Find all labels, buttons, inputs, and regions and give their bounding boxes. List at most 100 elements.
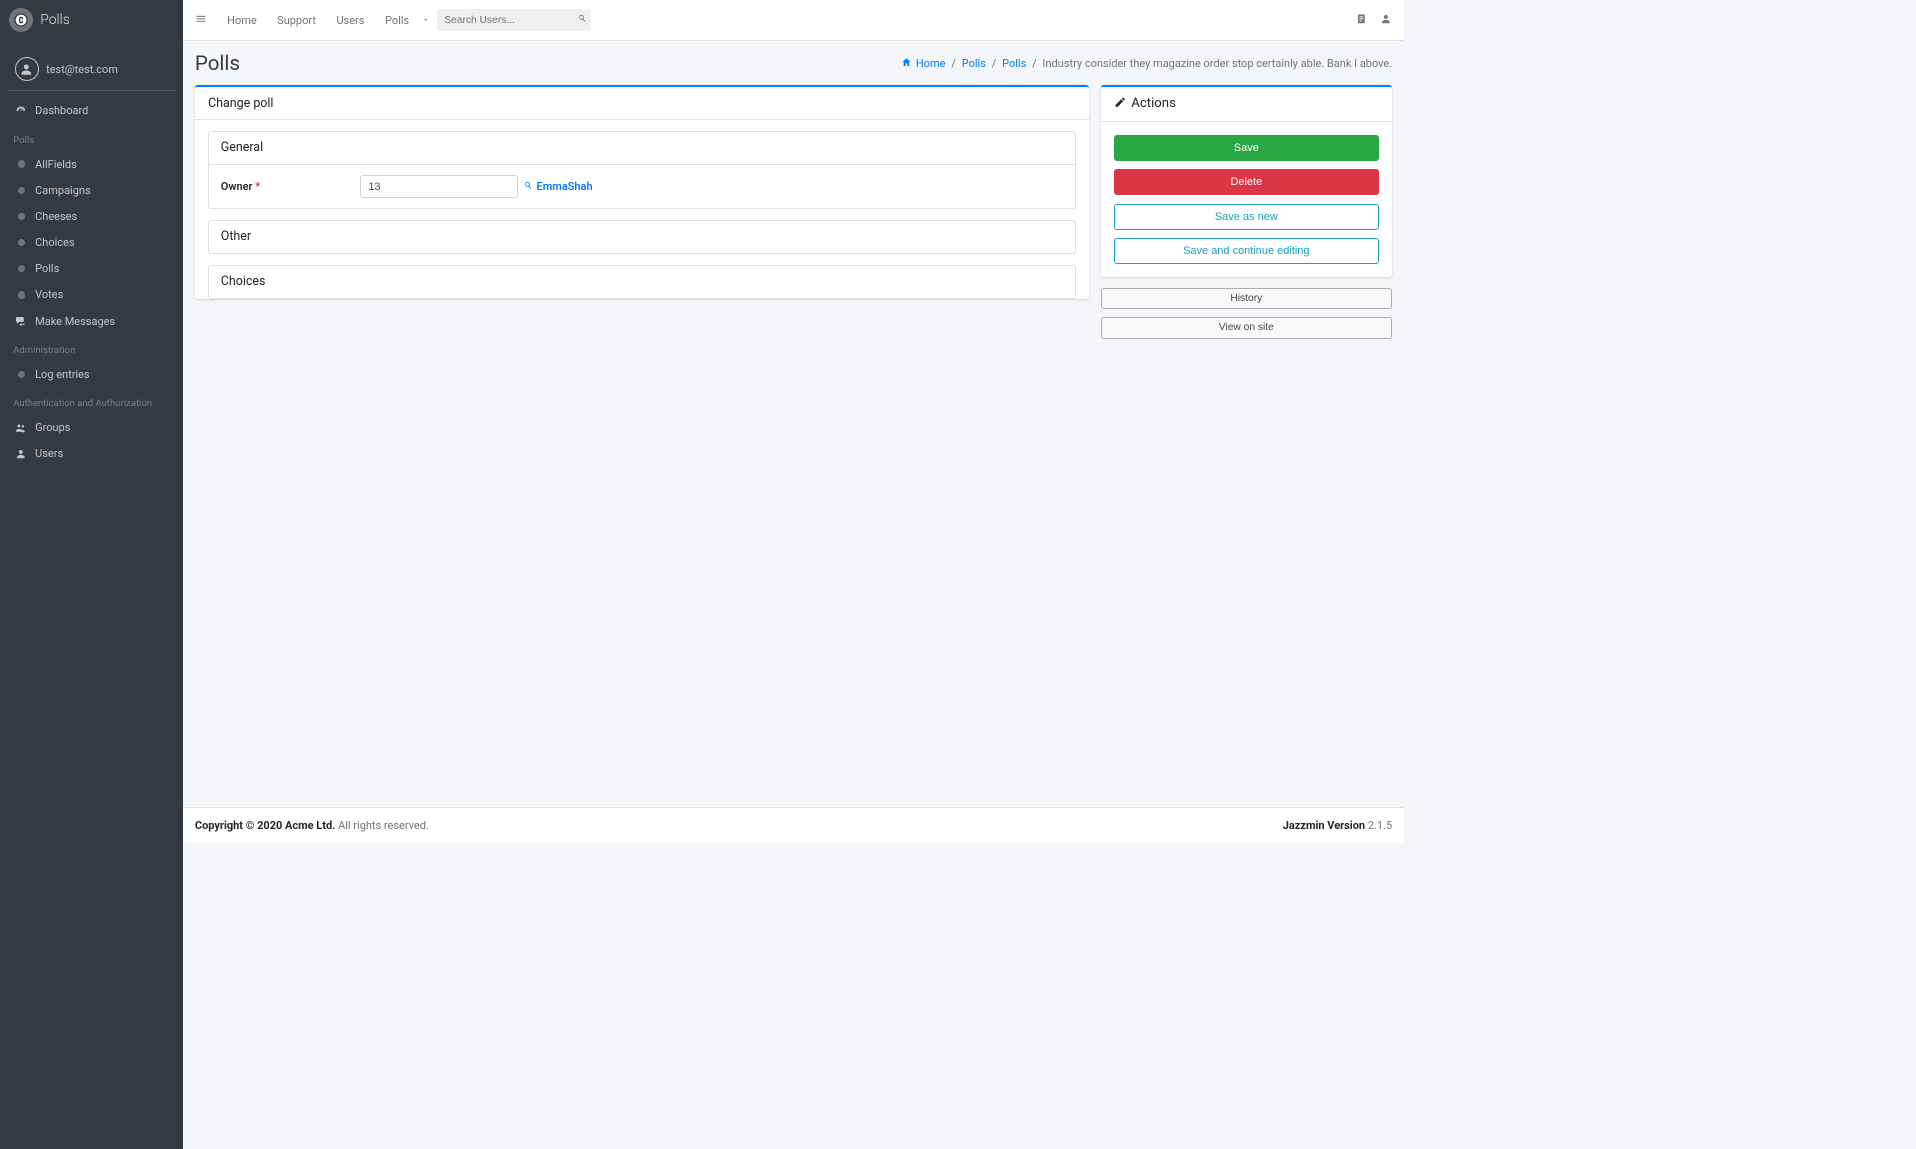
home-icon (901, 57, 912, 71)
sidebar-nav: Dashboard (0, 97, 183, 125)
user-email: test@test.com (46, 63, 118, 76)
breadcrumb-home[interactable]: Home (916, 57, 946, 70)
brand-icon (9, 8, 33, 32)
sidebar-item-label: Campaigns (35, 184, 90, 197)
save-button[interactable]: Save (1114, 135, 1379, 161)
circle-icon (13, 371, 29, 378)
actions-title: Actions (1131, 96, 1176, 111)
user-icon (13, 448, 29, 460)
sidebar-item-log-entries[interactable]: Log entries (6, 362, 177, 387)
delete-button[interactable]: Delete (1114, 169, 1379, 195)
circle-icon (13, 239, 29, 246)
sidebar-toggle[interactable] (195, 13, 207, 28)
topnav-polls[interactable]: Polls (375, 8, 420, 33)
search-icon (523, 180, 536, 193)
history-button[interactable]: History (1101, 288, 1393, 310)
circle-icon (13, 187, 29, 194)
footer-copyright-strong: Copyright © 2020 Acme Ltd. (195, 819, 335, 832)
account-icon[interactable] (1380, 13, 1392, 28)
sidebar-item-make-messages[interactable]: Make Messages (6, 309, 177, 334)
topnav-right (1356, 13, 1393, 28)
section-choices: Choices (208, 265, 1076, 300)
sidebar-item-allfields[interactable]: AllFields (6, 152, 177, 177)
edit-icon (1114, 96, 1132, 112)
change-form-card: Change poll General Owner * (195, 85, 1089, 299)
footer-jazzmin-label: Jazzmin Version (1283, 819, 1365, 832)
breadcrumb-app[interactable]: Polls (962, 57, 986, 70)
sidebar: Polls test@test.com Dashboard Polls AllF… (0, 0, 183, 1149)
section-other-header[interactable]: Other (209, 221, 1075, 254)
docs-icon[interactable] (1356, 13, 1368, 28)
brand[interactable]: Polls (0, 0, 183, 41)
save-continue-button[interactable]: Save and continue editing (1114, 238, 1379, 264)
circle-icon (13, 291, 29, 298)
topnav-users[interactable]: Users (326, 8, 375, 33)
circle-icon (13, 265, 29, 272)
sidebar-item-label: Cheeses (35, 210, 77, 223)
sidebar-item-users[interactable]: Users (6, 441, 177, 466)
top-navbar: Home Support Users Polls (183, 0, 1404, 41)
change-form-title: Change poll (195, 87, 1089, 121)
actions-card: Actions Save Delete Save as new Save and… (1101, 85, 1393, 278)
owner-lookup-link[interactable]: EmmaShah (523, 180, 592, 193)
user-panel[interactable]: test@test.com (7, 48, 176, 91)
content: Change poll General Owner * (183, 85, 1404, 808)
footer-right: Jazzmin Version 2.1.5 (1283, 819, 1392, 832)
sidebar-header-auth: Authentication and Authorization (0, 388, 183, 414)
sidebar-item-label: Users (35, 447, 63, 460)
actions-header: Actions (1101, 87, 1393, 122)
sidebar-item-dashboard[interactable]: Dashboard (6, 98, 177, 123)
sidebar-item-polls[interactable]: Polls (6, 256, 177, 281)
sidebar-item-label: Dashboard (35, 104, 88, 117)
page-title: Polls (195, 52, 240, 76)
section-general-header[interactable]: General (209, 132, 1075, 165)
section-other: Other (208, 220, 1076, 255)
sidebar-item-label: Log entries (35, 368, 89, 381)
caret-down-icon (422, 14, 429, 27)
breadcrumb-sep: / (951, 57, 956, 70)
side-column: Actions Save Delete Save as new Save and… (1101, 85, 1393, 346)
search-icon[interactable] (577, 13, 587, 26)
topnav-support[interactable]: Support (267, 8, 326, 33)
breadcrumb-model[interactable]: Polls (1002, 57, 1026, 70)
sidebar-item-votes[interactable]: Votes (6, 283, 177, 308)
circle-icon (13, 213, 29, 220)
content-header: Polls Home / Polls/ Polls/ Industry cons… (183, 41, 1404, 85)
section-general-body: Owner * EmmaShah (209, 164, 1075, 208)
save-as-new-button[interactable]: Save as new (1114, 204, 1379, 230)
field-owner-row: Owner * EmmaShah (221, 175, 1063, 198)
sidebar-item-groups[interactable]: Groups (6, 415, 177, 440)
owner-input[interactable] (360, 175, 518, 198)
required-star: * (255, 180, 260, 193)
owner-label-text: Owner (221, 180, 253, 193)
main-wrapper: Home Support Users Polls (183, 0, 1404, 842)
section-general: General Owner * (208, 131, 1076, 210)
sidebar-item-label: Make Messages (35, 315, 115, 328)
search-input[interactable] (444, 15, 577, 26)
topnav-home[interactable]: Home (217, 8, 267, 33)
footer-jazzmin-version: 2.1.5 (1365, 819, 1392, 832)
footer-left: Copyright © 2020 Acme Ltd. All rights re… (195, 819, 429, 832)
dashboard-icon (13, 105, 29, 117)
sidebar-header-administration: Administration (0, 335, 183, 361)
comments-icon (13, 315, 29, 327)
circle-icon (13, 160, 29, 167)
breadcrumb-sep: / (992, 57, 997, 70)
users-icon (13, 422, 29, 434)
owner-label: Owner * (221, 180, 360, 193)
footer-copyright-rest: All rights reserved. (335, 819, 428, 832)
breadcrumb-sep: / (1032, 57, 1037, 70)
view-on-site-button[interactable]: View on site (1101, 317, 1393, 339)
main-column: Change poll General Owner * (195, 85, 1089, 312)
sidebar-item-choices[interactable]: Choices (6, 230, 177, 255)
section-choices-header[interactable]: Choices (209, 266, 1075, 299)
sidebar-item-campaigns[interactable]: Campaigns (6, 178, 177, 203)
footer: Copyright © 2020 Acme Ltd. All rights re… (183, 807, 1404, 842)
sidebar-item-label: Votes (35, 288, 63, 301)
breadcrumb: Home / Polls/ Polls/ Industry consider t… (901, 57, 1392, 71)
sidebar-item-cheeses[interactable]: Cheeses (6, 204, 177, 229)
topnav-polls-dropdown[interactable]: Polls (375, 8, 430, 33)
sidebar-section-polls: AllFields Campaigns Cheeses Choices Poll… (0, 150, 183, 335)
sidebar-item-label: AllFields (35, 158, 77, 171)
sidebar-item-label: Groups (35, 421, 70, 434)
